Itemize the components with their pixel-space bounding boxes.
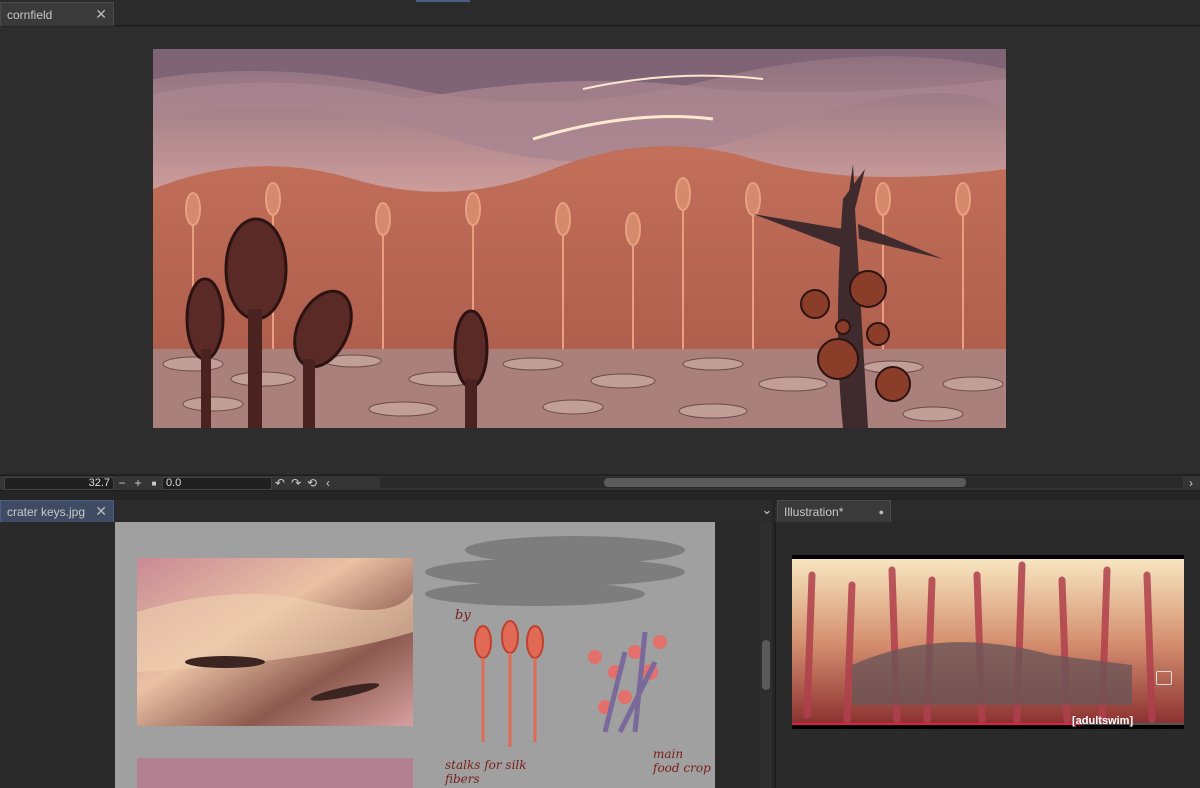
tab-label: Illustration* xyxy=(784,504,844,519)
close-icon[interactable]: ✕ xyxy=(95,6,107,23)
sketch-by-label: by xyxy=(455,608,471,623)
cornfield-artwork[interactable] xyxy=(153,49,1006,428)
chevron-down-icon[interactable]: ⌄ xyxy=(760,502,774,520)
chevron-right-icon[interactable]: › xyxy=(1183,476,1199,490)
tab-label: crater keys.jpg xyxy=(7,504,86,519)
vertical-scroll-thumb[interactable] xyxy=(762,640,770,690)
top-tab-bar xyxy=(0,0,1200,26)
rotation-field[interactable]: 0.0 xyxy=(162,476,272,490)
crater-keys-image[interactable]: by stalks for silk fibers main food crop xyxy=(115,522,715,788)
cornfield-illustration xyxy=(153,49,1006,428)
video-preview[interactable]: [adultswim] xyxy=(792,555,1184,729)
rotate-right-icon[interactable]: ↷ xyxy=(288,476,304,490)
adultswim-watermark: [adultswim] xyxy=(1072,715,1134,727)
zoom-out-icon[interactable]: − xyxy=(114,476,130,490)
tab-illustration[interactable]: Illustration* ● xyxy=(777,500,891,522)
chevron-left-icon[interactable]: ‹ xyxy=(320,476,336,490)
concept-sketch xyxy=(137,536,685,788)
scrollbar-thumb[interactable] xyxy=(604,478,966,487)
fit-icon[interactable]: ■ xyxy=(146,476,162,490)
tab-label: cornfield xyxy=(7,7,53,22)
tab-crater-keys[interactable]: crater keys.jpg ✕ xyxy=(0,500,114,522)
dot-icon[interactable]: ● xyxy=(879,507,884,517)
rotate-left-icon[interactable]: ↶ xyxy=(272,476,288,490)
sketch-note-food: main food crop xyxy=(653,747,711,775)
zoom-in-icon[interactable]: + xyxy=(130,476,146,490)
pip-icon[interactable] xyxy=(1156,671,1172,685)
active-tab-indicator xyxy=(416,0,470,2)
sketch-note-stalks: stalks for silk fibers xyxy=(445,758,527,786)
reset-rotation-icon[interactable]: ⟲ xyxy=(304,476,320,490)
close-icon[interactable]: ✕ xyxy=(95,503,107,520)
video-frame xyxy=(792,559,1184,725)
zoom-field[interactable]: 32.7 xyxy=(4,476,114,490)
tab-cornfield[interactable]: cornfield ✕ xyxy=(0,2,114,26)
bottom-left-tab-bar xyxy=(0,500,772,522)
